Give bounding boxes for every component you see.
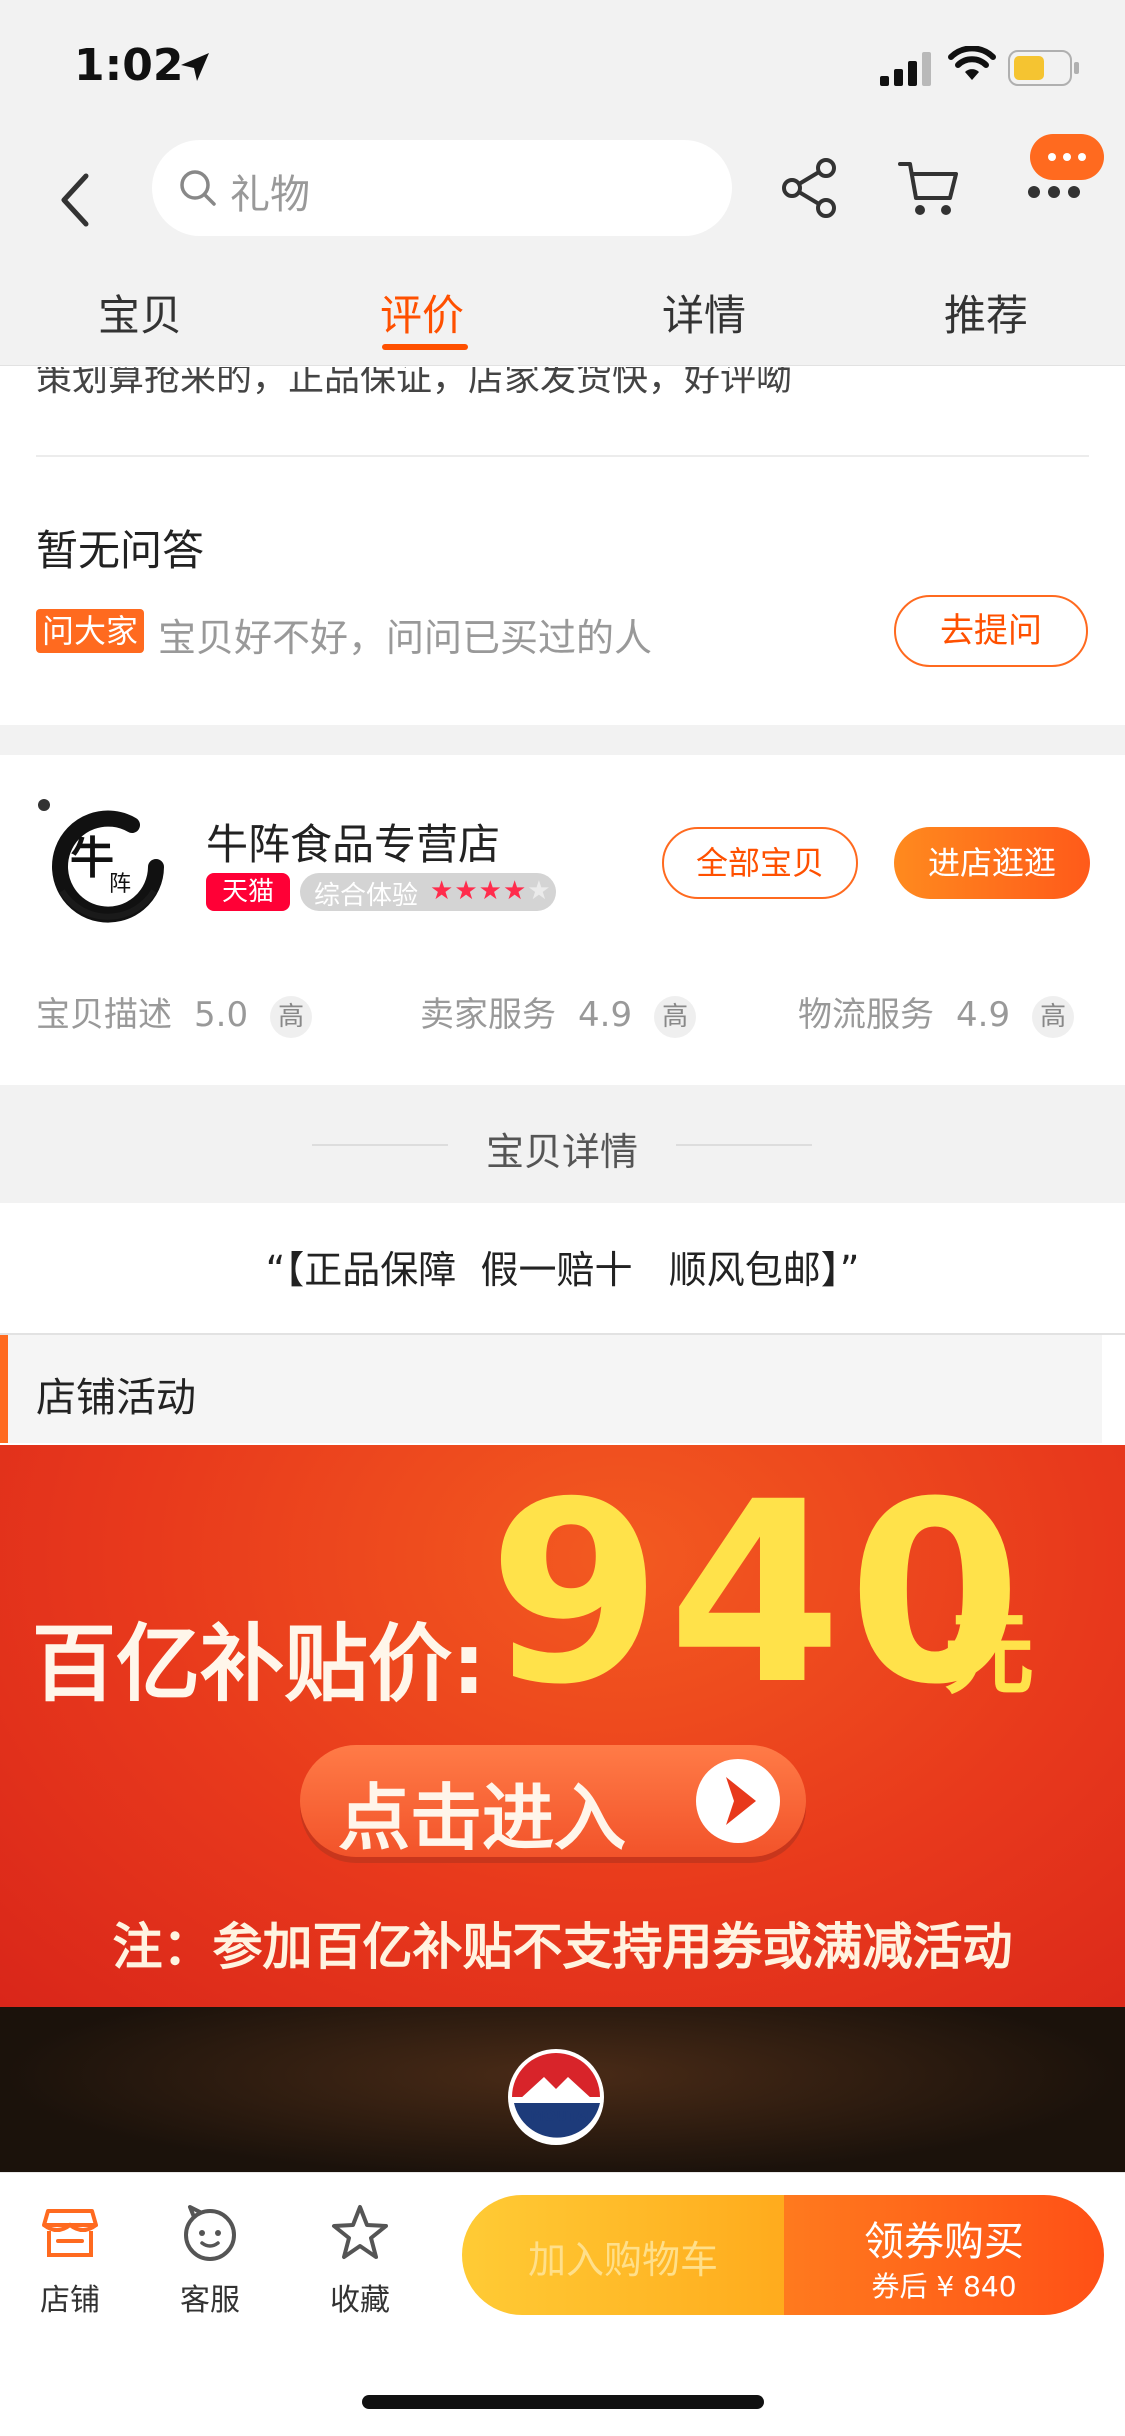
- star-filled-icon: ★: [430, 876, 455, 906]
- wifi-icon: [948, 46, 996, 80]
- cart-icon[interactable]: [896, 156, 960, 220]
- divider: [312, 1144, 448, 1146]
- tab-details[interactable]: 详情: [604, 282, 804, 343]
- location-arrow-icon: [181, 53, 209, 81]
- promo-button-label: 点击进入: [338, 1776, 627, 1860]
- review-snippet: 策划算抢来的，正品保证，店家发货快，好评呦: [36, 367, 793, 399]
- add-to-cart-label: 加入购物车: [527, 2238, 718, 2282]
- promo-enter-button[interactable]: 点击进入: [300, 1745, 806, 1860]
- ask-question-button[interactable]: 去提问: [894, 595, 1088, 667]
- shop-logo[interactable]: 牛 阵: [36, 795, 176, 935]
- promo-currency-unit: 元: [944, 1602, 1034, 1707]
- battery-icon: [1008, 50, 1079, 86]
- rating-label: 宝贝描述: [36, 995, 172, 1035]
- qa-title: 暂无问答: [36, 526, 205, 575]
- add-to-cart-button[interactable]: 加入购物车: [462, 2195, 784, 2315]
- rating-label: 物流服务: [798, 995, 934, 1035]
- star-empty-icon: ★: [527, 876, 552, 906]
- back-arrow-icon[interactable]: [50, 160, 100, 240]
- play-arrow-icon: [696, 1759, 780, 1843]
- moutai-brand-text: MOUTAI: [530, 2109, 592, 2125]
- qa-prompt: 宝贝好不好，问问已买过的人: [158, 616, 653, 660]
- section-tabs: 宝贝 评价 详情 推荐: [0, 268, 1125, 366]
- star-filled-icon: ★: [454, 876, 479, 906]
- experience-stars: ★★★★★: [430, 876, 552, 906]
- star-filled-icon: ★: [478, 876, 503, 906]
- shop-activity-header: 店铺活动: [0, 1335, 1102, 1443]
- shop-icon: [42, 2209, 98, 2257]
- coupon-buy-button[interactable]: 领券购买 券后 ¥ 840: [784, 2195, 1104, 2315]
- tab-recommend[interactable]: 推荐: [886, 282, 1086, 343]
- favorite-button[interactable]: 收藏: [300, 2203, 420, 2319]
- all-items-button[interactable]: 全部宝贝: [662, 827, 858, 899]
- detail-section-title: 宝贝详情: [485, 1130, 638, 1174]
- guarantee-quote: “【正品保障 假一赔十 顺风包邮】”: [265, 1248, 860, 1292]
- experience-rating-badge: 综合体验 ★★★★★: [300, 873, 556, 911]
- price-after-coupon: 券后 ¥ 840: [871, 2270, 1017, 2303]
- qa-badge: 问大家: [36, 609, 144, 653]
- rating-label: 卖家服务: [420, 995, 556, 1035]
- rating-description: 宝贝描述 5.0 高: [36, 987, 313, 1038]
- rating-score: 4.9: [578, 995, 633, 1035]
- rating-level: 高: [654, 995, 697, 1038]
- rating-level: 高: [270, 995, 313, 1038]
- bottom-action-bar: 店铺 客服 收藏 加入购物车 领券购买 券后 ¥ 840: [0, 2172, 1125, 2436]
- shop-activity-title: 店铺活动: [36, 1375, 196, 1421]
- star-filled-icon: ★: [502, 876, 528, 906]
- coupon-buy-label: 领券购买: [864, 2219, 1024, 2265]
- star-outline-icon: [332, 2205, 388, 2259]
- share-icon[interactable]: [780, 156, 840, 220]
- customer-service-icon: [184, 2205, 236, 2261]
- home-indicator[interactable]: [362, 2395, 764, 2409]
- content-area[interactable]: 策划算抢来的，正品保证，店家发货快，好评呦 暂无问答 问大家 宝贝好不好，问问已…: [0, 367, 1125, 2172]
- purchase-cta: 加入购物车 领券购买 券后 ¥ 840: [462, 2195, 1104, 2315]
- shop-tab-button[interactable]: 店铺: [10, 2203, 130, 2319]
- customer-service-button[interactable]: 客服: [150, 2203, 270, 2319]
- shop-logo-char-main: 牛: [70, 833, 114, 884]
- promo-label: 百亿补贴价:: [32, 1615, 486, 1713]
- shop-tab-label: 店铺: [40, 2283, 100, 2318]
- product-detail-image: MOUTAI: [0, 2007, 1125, 2172]
- favorite-label: 收藏: [330, 2283, 390, 2318]
- search-icon: [180, 170, 216, 206]
- shop-logo-char-sub: 阵: [109, 872, 131, 897]
- rating-service: 卖家服务 4.9 高: [420, 987, 697, 1038]
- divider: [36, 455, 1089, 457]
- status-bar: 1:02: [0, 0, 1125, 132]
- status-time: 1:02: [74, 40, 184, 91]
- search-input[interactable]: 礼物: [152, 140, 732, 236]
- search-placeholder: 礼物: [230, 172, 310, 218]
- tmall-badge: 天猫: [206, 873, 290, 911]
- experience-label: 综合体验: [314, 881, 419, 911]
- rating-logistics: 物流服务 4.9 高: [798, 987, 1075, 1038]
- promo-note: 注：参加百亿补贴不支持用券或满减活动: [112, 1918, 1013, 1976]
- active-tab-indicator: [382, 344, 468, 350]
- nav-header: 礼物: [0, 132, 1125, 268]
- cellular-signal-icon: [880, 52, 931, 86]
- moutai-logo-icon: [508, 2049, 604, 2145]
- customer-service-label: 客服: [180, 2283, 240, 2318]
- rating-score: 4.9: [956, 995, 1011, 1035]
- section-separator: [0, 725, 1125, 755]
- activity-accent-bar: [0, 1335, 8, 1443]
- enter-shop-button[interactable]: 进店逛逛: [894, 827, 1090, 899]
- rating-level: 高: [1032, 995, 1075, 1038]
- tab-reviews[interactable]: 评价: [322, 282, 522, 343]
- more-menu-icon[interactable]: [1016, 132, 1106, 228]
- shop-name[interactable]: 牛阵食品专营店: [206, 811, 500, 872]
- tab-baobei[interactable]: 宝贝: [40, 282, 240, 343]
- rating-score: 5.0: [194, 995, 249, 1035]
- subsidy-promo-banner[interactable]: 百亿补贴价: 940 元 点击进入 注：参加百亿补贴不支持用券或满减活动: [0, 1445, 1125, 2007]
- divider: [676, 1144, 812, 1146]
